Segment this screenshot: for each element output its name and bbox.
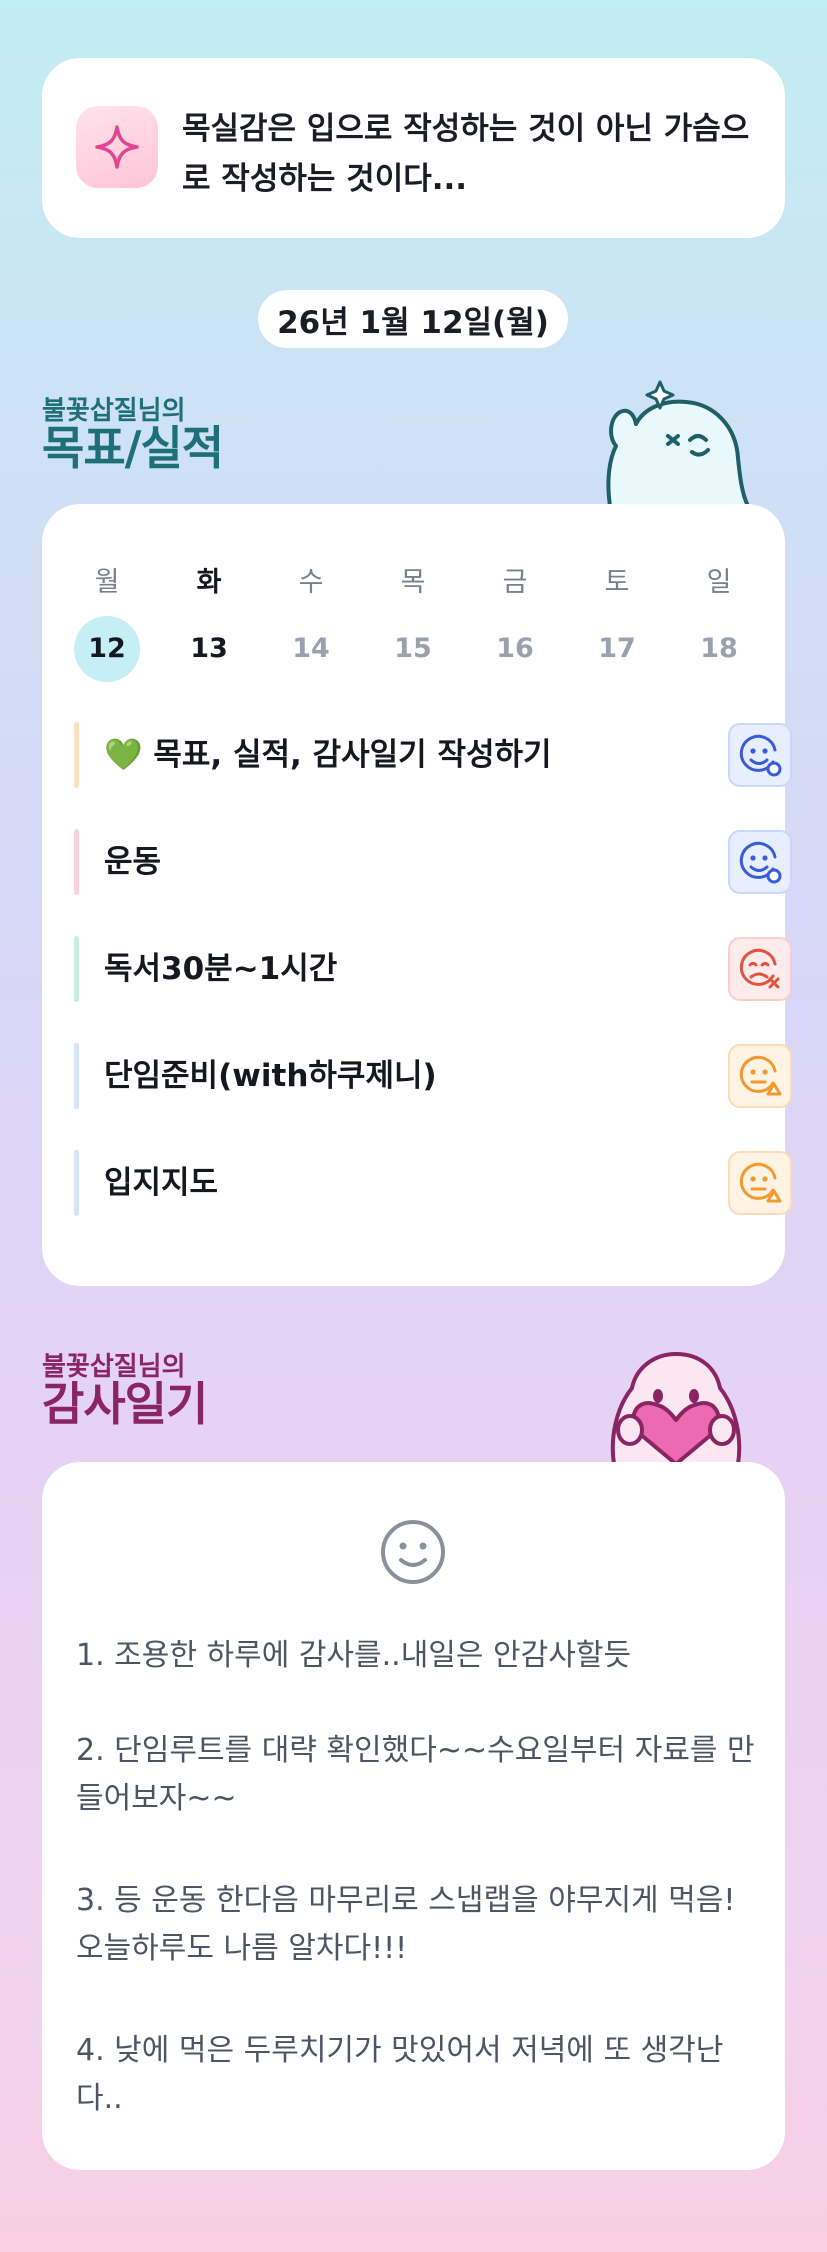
goal-label: 입지지도 [104,1165,219,1201]
goals-section-title: 목표/실적 [42,421,224,475]
goal-item[interactable]: 독서30분~1시간 [74,936,792,1002]
weekday-label: 월 [94,567,120,598]
sad-face-icon[interactable] [728,937,792,1001]
smile-face-icon[interactable] [728,723,792,787]
goal-color-bar [74,936,79,1002]
calendar-day-15[interactable]: 15 [380,616,446,682]
goals-card: 월 12 화 13 수 14 목 15 금 16 토 17 일 18 💚 목표, 실적, 감사일기 작성하… [42,504,792,1286]
calendar-day-18[interactable]: 18 [686,616,752,682]
weekday-label: 화 [196,567,222,598]
gratitude-item: 2. 단임루트를 대략 확인했다~~수요일부터 자료를 만들어보자~~ [76,1733,755,1816]
weekday-label: 수 [298,567,324,598]
goal-item[interactable]: 단임준비(with하쿠제니) [74,1043,792,1109]
sparkle-icon [76,106,158,188]
smile-face-icon[interactable] [728,830,792,894]
mascot-heart-illustration [610,1352,742,1464]
weekday-label: 토 [604,567,630,598]
mascot-waving-illustration [606,380,750,508]
goal-item[interactable]: 입지지도 [74,1150,792,1216]
gratitude-item: 3. 등 운동 한다음 마무리로 스냅랩을 야무지게 먹음!오늘하루도 나름 알… [76,1883,736,1966]
meh-face-icon[interactable] [728,1151,792,1215]
gratitude-item: 1. 조용한 하루에 감사를..내일은 안감사할듯 [76,1638,632,1673]
goal-item[interactable]: 운동 [74,829,792,895]
goal-label: 단임준비(with하쿠제니) [104,1058,437,1094]
quote-text: 목실감은 입으로 작성하는 것이 아닌 가슴으로 작성하는 것이다... [182,111,750,197]
gratitude-item: 4. 낮에 먹은 두루치기가 맛있어서 저녁에 또 생각난다.. [76,2033,724,2116]
gratitude-section-title: 감사일기 [42,1377,208,1431]
date-selector[interactable]: 26년 1월 12일(월) [258,290,568,348]
goal-item[interactable]: 💚 목표, 실적, 감사일기 작성하기 [74,722,792,788]
goal-label: 독서30분~1시간 [104,951,338,987]
calendar-day-12[interactable]: 12 [74,616,140,682]
goal-color-bar [74,829,79,895]
quote-card: 목실감은 입으로 작성하는 것이 아닌 가슴으로 작성하는 것이다... [42,58,785,238]
goal-label: 운동 [104,844,162,880]
meh-face-icon[interactable] [728,1044,792,1108]
goal-label: 💚 목표, 실적, 감사일기 작성하기 [104,737,552,773]
goal-color-bar [74,1150,79,1216]
smile-face-icon [381,1520,445,1584]
gratitude-card: 1. 조용한 하루에 감사를..내일은 안감사할듯 2. 단임루트를 대략 확인했… [42,1462,785,2170]
calendar-day-17[interactable]: 17 [584,616,650,682]
goal-color-bar [74,1043,79,1109]
goal-color-bar [74,722,79,788]
weekday-label: 목 [400,567,426,598]
weekday-label: 일 [706,567,732,598]
calendar-day-16[interactable]: 16 [482,616,548,682]
calendar-day-14[interactable]: 14 [278,616,344,682]
weekday-label: 금 [502,567,528,598]
calendar-day-13[interactable]: 13 [176,616,242,682]
